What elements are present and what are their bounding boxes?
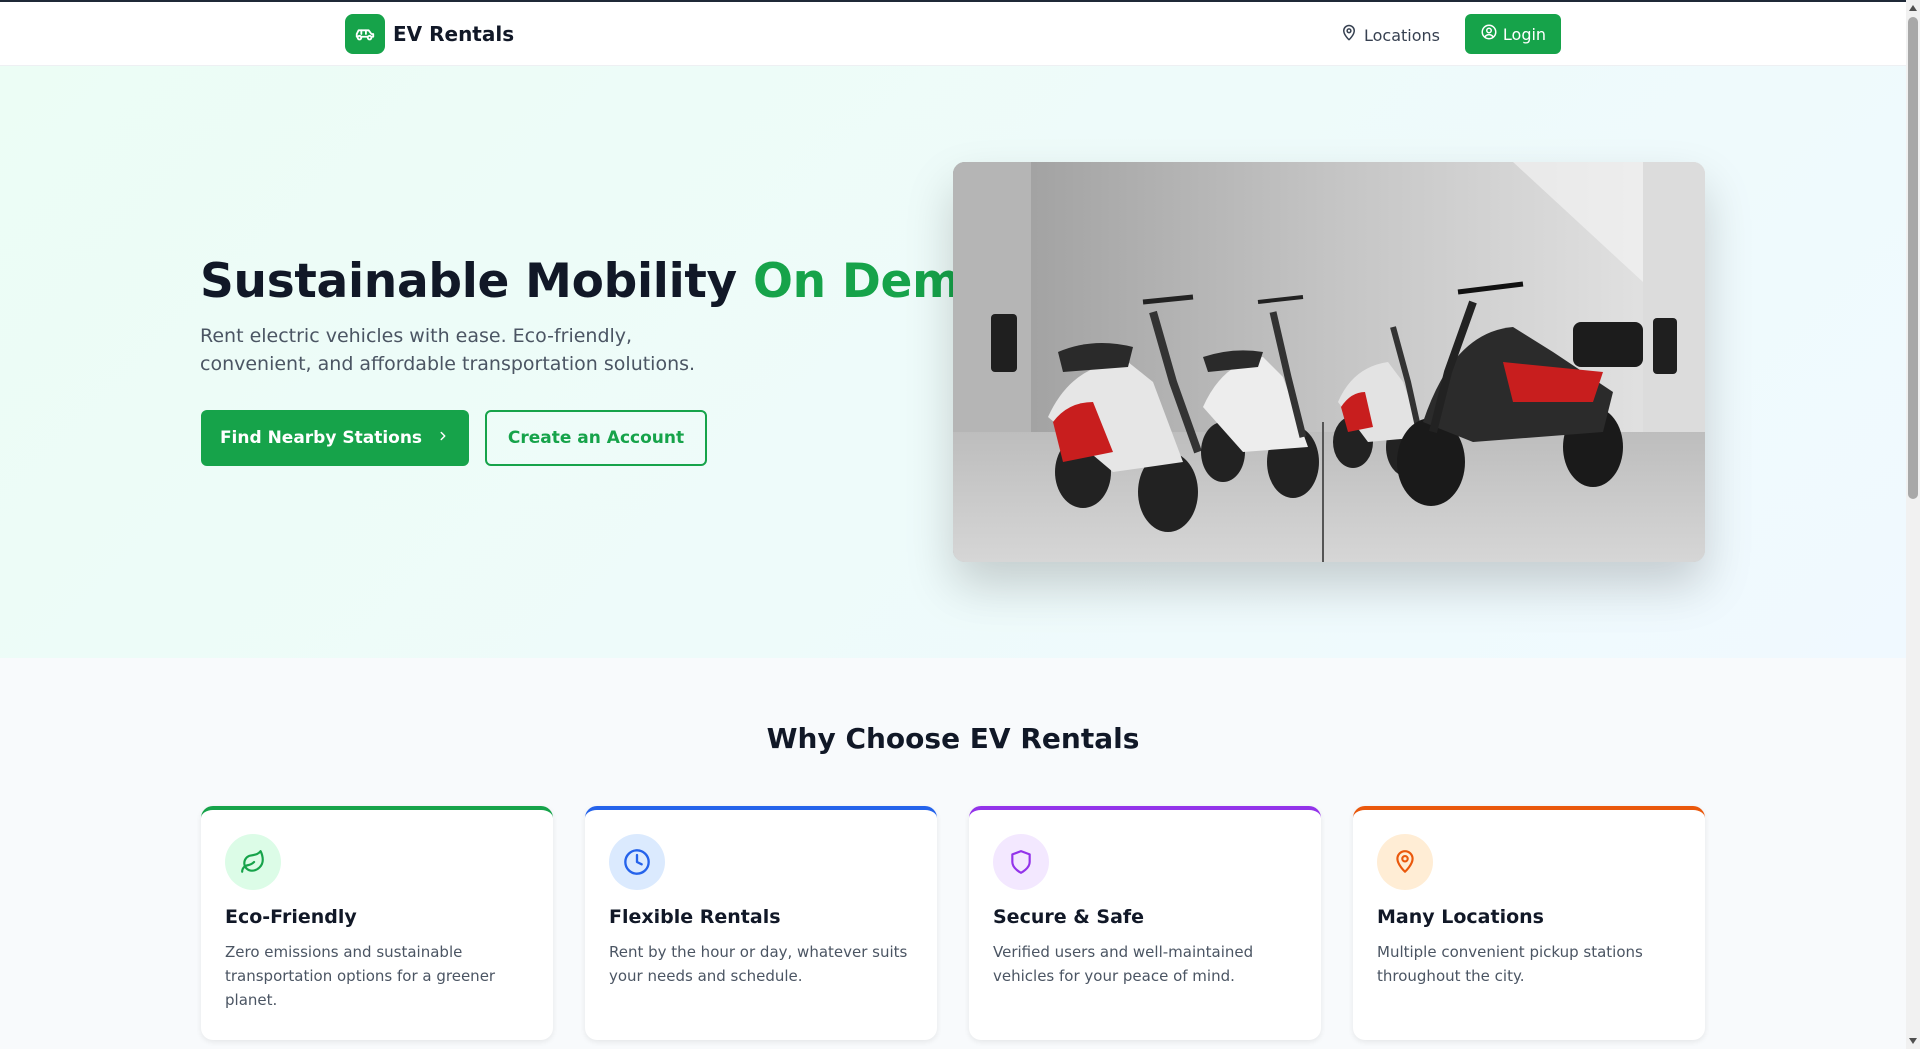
login-label: Login bbox=[1502, 24, 1547, 44]
find-stations-button[interactable]: Find Nearby Stations bbox=[201, 410, 469, 466]
feature-desc: Multiple convenient pickup stations thro… bbox=[1377, 943, 1643, 985]
feature-card-flexible: Flexible Rentals Rent by the hour or day… bbox=[585, 806, 937, 1040]
features-title: Why Choose EV Rentals bbox=[766, 722, 1140, 755]
user-circle-icon bbox=[1480, 23, 1498, 45]
scroll-up-arrow-icon[interactable] bbox=[1909, 5, 1917, 11]
feature-card-locations: Many Locations Multiple convenient picku… bbox=[1353, 806, 1705, 1040]
feature-desc: Verified users and well-maintained vehic… bbox=[993, 943, 1254, 985]
brand[interactable]: EV Rentals bbox=[345, 14, 514, 54]
feature-desc: Zero emissions and sustainable transport… bbox=[225, 943, 496, 1009]
feature-title: Flexible Rentals bbox=[609, 906, 781, 928]
shield-icon bbox=[993, 834, 1049, 890]
hero-title: Sustainable Mobility On Demand bbox=[200, 254, 1059, 309]
page-scrollbar[interactable] bbox=[1906, 0, 1920, 1049]
hero-title-main: Sustainable Mobility bbox=[200, 254, 753, 309]
feature-desc: Rent by the hour or day, whatever suits … bbox=[609, 943, 908, 985]
feature-title: Secure & Safe bbox=[993, 906, 1145, 928]
hero-section: Sustainable Mobility On Demand Rent elec… bbox=[0, 66, 1906, 658]
map-pin-icon bbox=[1340, 24, 1358, 46]
scroll-thumb[interactable] bbox=[1908, 17, 1918, 499]
create-account-label: Create an Account bbox=[507, 428, 685, 448]
nav-locations-label: Locations bbox=[1364, 25, 1441, 45]
electric-scooters-image bbox=[953, 162, 1705, 562]
feature-title: Many Locations bbox=[1377, 906, 1544, 928]
clock-icon bbox=[609, 834, 665, 890]
find-stations-label: Find Nearby Stations bbox=[219, 428, 423, 448]
hero-subtitle: Rent electric vehicles with ease. Eco-fr… bbox=[200, 325, 696, 375]
chevron-right-icon bbox=[436, 428, 450, 448]
brand-name: EV Rentals bbox=[393, 22, 515, 46]
login-button[interactable]: Login bbox=[1465, 14, 1561, 54]
car-icon bbox=[345, 14, 385, 54]
create-account-button[interactable]: Create an Account bbox=[485, 410, 707, 466]
site-header: EV Rentals Locations Login bbox=[0, 2, 1906, 66]
feature-card-eco: Eco-Friendly Zero emissions and sustaina… bbox=[201, 806, 553, 1040]
leaf-icon bbox=[225, 834, 281, 890]
map-pin-icon bbox=[1377, 834, 1433, 890]
scooters-illustration bbox=[953, 162, 1705, 562]
feature-card-secure: Secure & Safe Verified users and well-ma… bbox=[969, 806, 1321, 1040]
scroll-down-arrow-icon[interactable] bbox=[1909, 1038, 1917, 1044]
nav-locations-link[interactable]: Locations bbox=[1330, 16, 1450, 54]
feature-title: Eco-Friendly bbox=[225, 906, 357, 928]
